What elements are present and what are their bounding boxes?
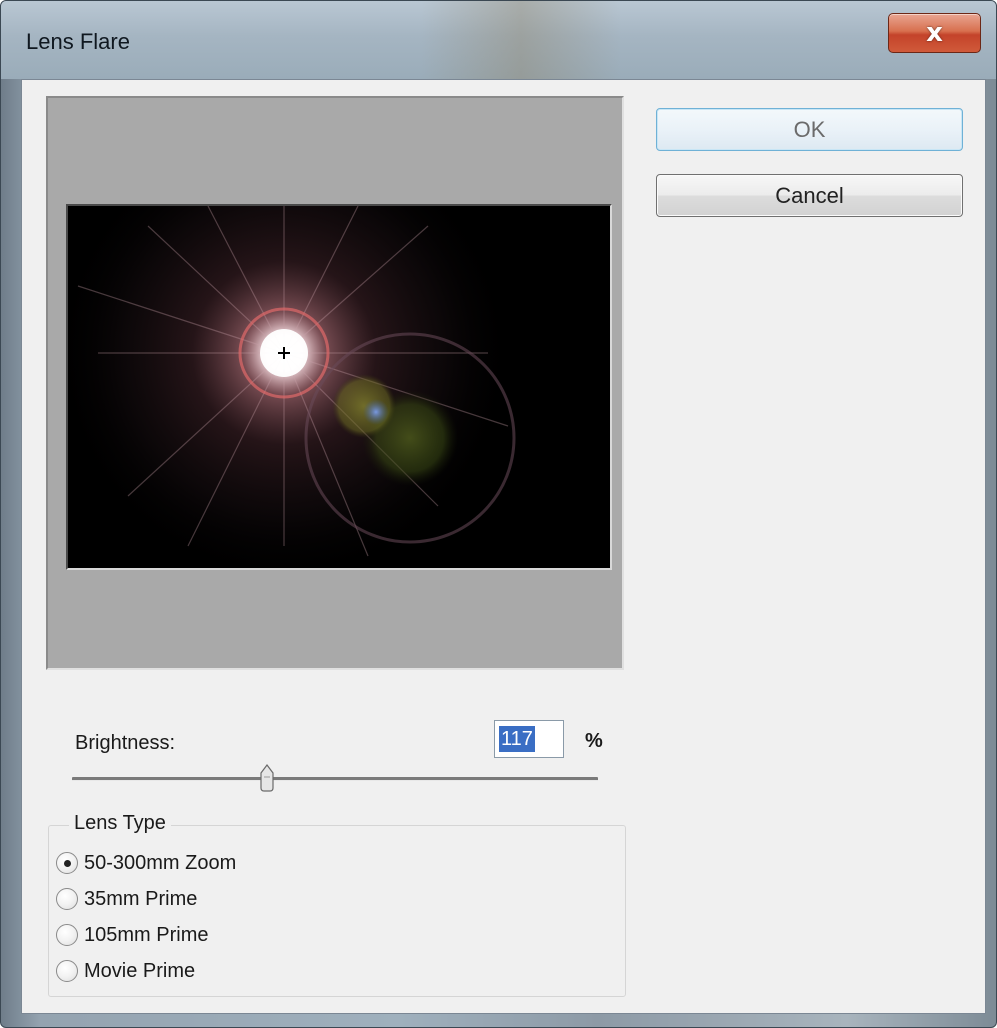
brightness-input[interactable]: 117: [494, 720, 564, 758]
cancel-button[interactable]: Cancel: [656, 174, 963, 217]
brightness-slider-track[interactable]: [72, 777, 598, 781]
radio-button-icon[interactable]: [56, 924, 78, 946]
close-button[interactable]: x: [888, 13, 981, 53]
dialog-title: Lens Flare: [26, 29, 130, 54]
flare-preview-graphic: [68, 206, 610, 568]
flare-preview-image[interactable]: [66, 204, 612, 570]
radio-button-icon[interactable]: [56, 888, 78, 910]
preview-panel: [46, 96, 624, 670]
radio-label: 35mm Prime: [84, 887, 198, 910]
dialog-body: OK Cancel Brightness: 117 % Lens Type 50…: [21, 79, 986, 1014]
radio-105mm-prime[interactable]: 105mm Prime: [56, 920, 208, 950]
radio-label: Movie Prime: [84, 959, 196, 982]
brightness-unit: %: [585, 730, 603, 752]
brightness-label: Brightness:: [75, 732, 176, 754]
lens-type-legend: Lens Type: [69, 812, 171, 835]
radio-50-300mm-zoom[interactable]: 50-300mm Zoom: [56, 848, 236, 878]
radio-button-icon[interactable]: [56, 852, 78, 874]
title-bar[interactable]: Lens Flare x: [1, 1, 996, 79]
ok-button[interactable]: OK: [656, 108, 963, 151]
radio-35mm-prime[interactable]: 35mm Prime: [56, 884, 197, 914]
radio-label: 105mm Prime: [84, 923, 209, 946]
slider-thumb-icon[interactable]: [259, 764, 275, 792]
radio-selected-dot: [63, 859, 71, 867]
close-icon: x: [926, 18, 943, 48]
lens-flare-dialog: Lens Flare x OK Cancel Brightness: 117 %…: [0, 0, 997, 1028]
radio-movie-prime[interactable]: Movie Prime: [56, 956, 195, 986]
radio-button-icon[interactable]: [56, 960, 78, 982]
brightness-value: 117: [499, 726, 535, 752]
radio-label: 50-300mm Zoom: [84, 851, 237, 874]
